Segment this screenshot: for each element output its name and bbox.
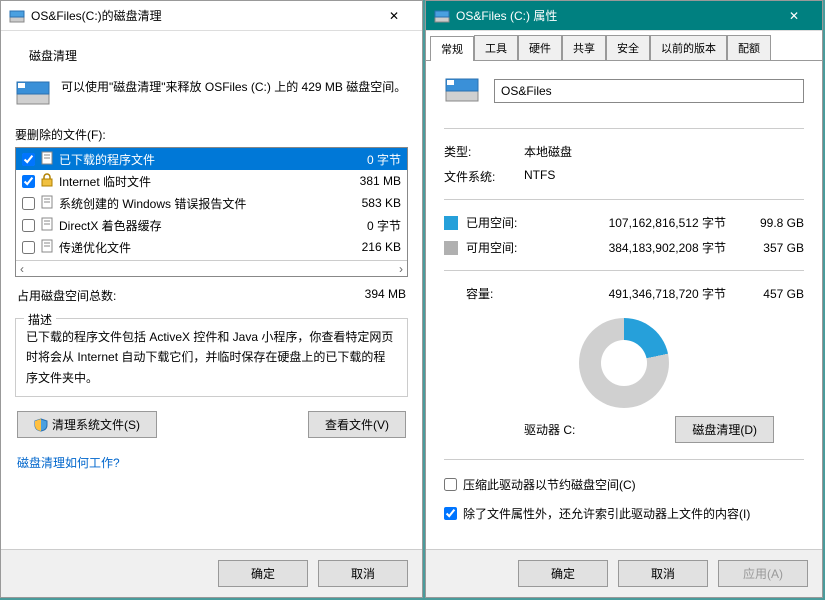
tab-4[interactable]: 安全 xyxy=(606,35,650,60)
file-checkbox[interactable] xyxy=(22,175,35,188)
total-value: 394 MB xyxy=(365,287,406,304)
file-icon xyxy=(41,239,53,256)
compress-checkbox[interactable] xyxy=(444,478,457,491)
titlebar: OS&Files (C:) 属性 ✕ xyxy=(426,1,822,31)
total-label: 占用磁盘空间总数: xyxy=(17,287,116,304)
drive-letter-label: 驱动器 C: xyxy=(524,421,575,438)
cleanup-drive-icon xyxy=(15,78,51,106)
tab-6[interactable]: 配额 xyxy=(727,35,771,60)
button-row: 清理系统文件(S) 查看文件(V) xyxy=(17,411,406,438)
file-icon xyxy=(41,151,53,168)
file-checkbox[interactable] xyxy=(22,153,35,166)
tab-1[interactable]: 工具 xyxy=(474,35,518,60)
ok-button[interactable]: 确定 xyxy=(218,560,308,587)
file-checkbox[interactable] xyxy=(22,219,35,232)
free-swatch-icon xyxy=(444,241,458,255)
used-row: 已用空间: 107,162,816,512 字节 99.8 GB xyxy=(444,214,804,231)
used-swatch-icon xyxy=(444,216,458,230)
tab-header: 磁盘清理 xyxy=(15,37,408,70)
description-legend: 描述 xyxy=(24,311,56,328)
file-name: Internet 临时文件 xyxy=(59,173,325,190)
file-name: 已下载的程序文件 xyxy=(59,151,325,168)
tab-strip: 常规工具硬件共享安全以前的版本配额 xyxy=(426,31,822,61)
file-icon xyxy=(41,217,53,234)
file-item[interactable]: 已下载的程序文件 0 字节 xyxy=(16,148,407,170)
filesystem-row: 文件系统: NTFS xyxy=(444,168,804,185)
shield-icon xyxy=(34,418,48,432)
file-item[interactable]: 传递优化文件 216 KB xyxy=(16,236,407,258)
divider xyxy=(444,128,804,129)
description-group: 描述 已下载的程序文件包括 ActiveX 控件和 Java 小程序，你查看特定… xyxy=(15,318,408,397)
info-text: 可以使用"磁盘清理"来释放 OSFiles (C:) 上的 429 MB 磁盘空… xyxy=(61,78,408,97)
cancel-button[interactable]: 取消 xyxy=(618,560,708,587)
help-link[interactable]: 磁盘清理如何工作? xyxy=(17,454,406,471)
scroll-hint: ‹› xyxy=(16,260,407,276)
ok-button[interactable]: 确定 xyxy=(518,560,608,587)
drive-icon xyxy=(434,8,450,24)
file-checkbox[interactable] xyxy=(22,241,35,254)
view-files-button[interactable]: 查看文件(V) xyxy=(308,411,406,438)
file-name: DirectX 着色器缓存 xyxy=(59,217,325,234)
title-text: OS&Files (C:) 属性 xyxy=(456,7,774,24)
divider xyxy=(444,459,804,460)
file-size: 0 字节 xyxy=(331,217,401,234)
file-checkbox[interactable] xyxy=(22,197,35,210)
drive-name-row xyxy=(444,75,804,106)
footer: 确定 取消 xyxy=(1,549,422,597)
close-button[interactable]: ✕ xyxy=(374,2,414,30)
file-size: 583 KB xyxy=(331,196,401,210)
files-label: 要删除的文件(F): xyxy=(15,126,408,143)
tab-0[interactable]: 常规 xyxy=(430,36,474,61)
file-size: 216 KB xyxy=(331,240,401,254)
drive-properties-dialog: OS&Files (C:) 属性 ✕ 常规工具硬件共享安全以前的版本配额 类型:… xyxy=(425,0,823,598)
file-name: 系统创建的 Windows 错误报告文件 xyxy=(59,195,325,212)
clean-system-button[interactable]: 清理系统文件(S) xyxy=(17,411,157,438)
drive-icon xyxy=(9,8,25,24)
free-row: 可用空间: 384,183,902,208 字节 357 GB xyxy=(444,239,804,256)
type-row: 类型: 本地磁盘 xyxy=(444,143,804,160)
capacity-row: 容量: 491,346,718,720 字节 457 GB xyxy=(444,285,804,302)
disk-cleanup-dialog: OS&Files(C:)的磁盘清理 ✕ 磁盘清理 可以使用"磁盘清理"来释放 O… xyxy=(0,0,423,598)
apply-button[interactable]: 应用(A) xyxy=(718,560,808,587)
description-text: 已下载的程序文件包括 ActiveX 控件和 Java 小程序，你查看特定网页时… xyxy=(26,327,397,388)
file-item[interactable]: Internet 临时文件 381 MB xyxy=(16,170,407,192)
file-icon xyxy=(41,195,53,212)
properties-body: 类型: 本地磁盘 文件系统: NTFS 已用空间: 107,162,816,51… xyxy=(426,61,822,549)
drive-big-icon xyxy=(444,75,480,106)
cancel-button[interactable]: 取消 xyxy=(318,560,408,587)
file-item[interactable]: DirectX 着色器缓存 0 字节 xyxy=(16,214,407,236)
donut-icon xyxy=(579,318,669,408)
footer: 确定 取消 应用(A) xyxy=(426,549,822,597)
divider xyxy=(444,199,804,200)
file-size: 0 字节 xyxy=(331,151,401,168)
title-text: OS&Files(C:)的磁盘清理 xyxy=(31,7,374,24)
tab-3[interactable]: 共享 xyxy=(562,35,606,60)
info-row: 可以使用"磁盘清理"来释放 OSFiles (C:) 上的 429 MB 磁盘空… xyxy=(15,78,408,106)
index-row: 除了文件属性外，还允许索引此驱动器上文件的内容(I) xyxy=(444,505,804,522)
divider xyxy=(444,270,804,271)
file-item[interactable]: 系统创建的 Windows 错误报告文件 583 KB xyxy=(16,192,407,214)
total-row: 占用磁盘空间总数: 394 MB xyxy=(17,287,406,304)
content: 磁盘清理 可以使用"磁盘清理"来释放 OSFiles (C:) 上的 429 M… xyxy=(1,31,422,549)
file-name: 传递优化文件 xyxy=(59,239,325,256)
titlebar: OS&Files(C:)的磁盘清理 ✕ xyxy=(1,1,422,31)
compress-row: 压缩此驱动器以节约磁盘空间(C) xyxy=(444,476,804,493)
close-button[interactable]: ✕ xyxy=(774,2,814,30)
drive-name-input[interactable] xyxy=(494,79,804,103)
files-listbox[interactable]: 已下载的程序文件 0 字节 Internet 临时文件 381 MB 系统创建的 Win… xyxy=(15,147,408,277)
file-size: 381 MB xyxy=(331,174,401,188)
index-checkbox[interactable] xyxy=(444,507,457,520)
tab-5[interactable]: 以前的版本 xyxy=(650,35,727,60)
lock-icon xyxy=(41,173,53,190)
disk-cleanup-button[interactable]: 磁盘清理(D) xyxy=(675,416,774,443)
usage-chart: 驱动器 C: 磁盘清理(D) xyxy=(444,318,804,443)
tab-2[interactable]: 硬件 xyxy=(518,35,562,60)
